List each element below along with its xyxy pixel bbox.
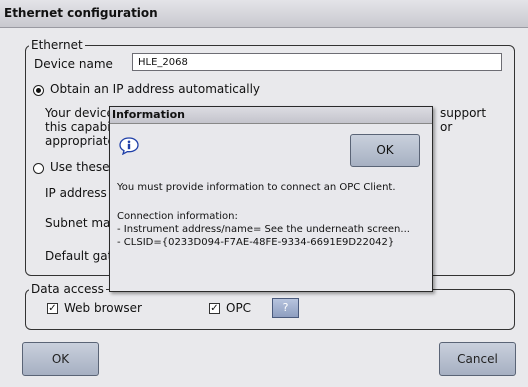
web-browser-checkbox[interactable]: ✓ <box>47 303 58 314</box>
device-name-input[interactable]: HLE_2068 <box>132 53 502 71</box>
dialog-message: You must provide information to connect … <box>117 182 396 193</box>
default-gateway-label: Default gat <box>45 249 113 263</box>
ip-address-label: IP address <box>45 186 107 200</box>
opc-checkbox[interactable]: ✓ <box>209 303 220 314</box>
obtain-auto-label: Obtain an IP address automatically <box>50 82 261 96</box>
description-line-2: this capabi <box>45 120 111 134</box>
opc-label: OPC <box>226 301 252 315</box>
device-name-label: Device name <box>34 57 113 71</box>
description-line-1-right: support <box>440 106 487 120</box>
connection-info-address: - Instrument address/name= See the under… <box>117 224 410 235</box>
dialog-ok-button[interactable]: OK <box>350 134 420 167</box>
data-access-legend: Data access <box>31 282 104 296</box>
ethernet-legend: Ethernet <box>31 38 83 52</box>
connection-info-header: Connection information: <box>117 211 238 222</box>
information-dialog: Information OK You must provide informat… <box>109 106 433 292</box>
information-icon <box>119 137 139 156</box>
obtain-auto-radio[interactable] <box>33 85 44 96</box>
description-line-1: Your device <box>45 106 114 120</box>
web-browser-label: Web browser <box>64 301 142 315</box>
use-these-radio[interactable] <box>33 163 44 174</box>
connection-info-clsid: - CLSID={0233D094-F7AE-48FE-9334-6691E9D… <box>117 237 395 248</box>
ok-button[interactable]: OK <box>22 342 99 376</box>
subnet-mask-label: Subnet ma <box>45 216 111 230</box>
description-line-2-right: or <box>440 120 453 134</box>
window-title-bar: Ethernet configuration <box>0 0 528 28</box>
help-button[interactable]: ? <box>272 298 299 318</box>
window-title: Ethernet configuration <box>4 6 158 20</box>
dialog-title: Information <box>110 107 432 124</box>
cancel-button[interactable]: Cancel <box>439 342 516 376</box>
description-line-3: appropriate <box>45 134 115 148</box>
use-these-label: Use these <box>50 160 110 174</box>
